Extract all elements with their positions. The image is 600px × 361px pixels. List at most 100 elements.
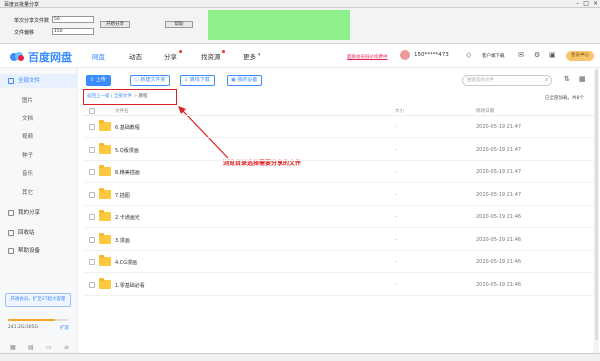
nav-find-resources[interactable]: 找资源 [201, 51, 221, 61]
client-download-link[interactable]: 客户端下载 [482, 53, 505, 59]
file-name[interactable]: 7.插图 [115, 192, 130, 199]
sidebar-item-recycle[interactable]: 回收站 [0, 226, 78, 240]
new-folder-button[interactable]: ▭ 新建文件夹 [130, 75, 171, 86]
share-count-input[interactable]: 50 [52, 16, 94, 23]
sidebar-item-images[interactable]: 图片 [0, 94, 78, 108]
sidebar-item-videos[interactable]: 视频 [0, 130, 78, 144]
column-date[interactable]: 修改日期 [476, 108, 494, 114]
app-header [0, 44, 600, 68]
status-bar [0, 353, 600, 361]
breadcrumb-all-files[interactable]: 全部文件 [114, 94, 132, 99]
row-checkbox[interactable] [89, 191, 95, 198]
column-size[interactable]: 大小 [395, 108, 404, 114]
diamond-icon[interactable]: ◇ [466, 51, 471, 59]
list-icon[interactable]: ▤ [28, 344, 34, 351]
device-icon: ▣ [231, 77, 236, 83]
my-device-label: 我的设备 [237, 77, 258, 83]
share-icon [8, 209, 14, 216]
table-row[interactable]: 4.CG漫画 - 2020-05-19 21:46 [83, 252, 595, 273]
device-icon[interactable]: ▭ [46, 344, 52, 351]
upgrade-promo-button[interactable]: 开通会员，扩至2T超大容量 [5, 293, 71, 307]
sort-icon[interactable]: ⇅ [564, 75, 570, 83]
help-button[interactable]: 帮助 [165, 21, 193, 28]
delay-input[interactable]: 150 [52, 28, 94, 35]
file-name[interactable]: 8.精美插画 [115, 169, 140, 176]
nav-activity[interactable]: 动态 [129, 51, 142, 61]
loaded-status: 已全部加载，共8个 [545, 96, 584, 101]
avatar[interactable] [400, 50, 410, 60]
select-all-checkbox[interactable] [89, 108, 95, 114]
my-device-button[interactable]: ▣ 我的设备 [227, 75, 263, 86]
nav-share[interactable]: 分享 [164, 51, 177, 61]
breadcrumb-separator: | [110, 94, 113, 99]
shirt-icon[interactable]: ▣ [549, 51, 556, 59]
breadcrumb: 返回上一级 | 全部文件 > 教程 [87, 93, 148, 99]
grid-view-icon[interactable]: ▦ [579, 75, 586, 83]
sidebar-item-all-files[interactable]: 全部文件 [0, 74, 78, 88]
row-checkbox[interactable] [89, 236, 95, 243]
close-button[interactable]: × [593, 0, 598, 7]
sidebar-item-music[interactable]: 音乐 [0, 167, 78, 181]
folder-icon [99, 165, 111, 176]
file-name[interactable]: 4.CG漫画 [115, 259, 137, 266]
table-row[interactable]: 2.卡通画光 - 2020-05-19 21:46 [83, 207, 595, 228]
grid-icon[interactable]: ▦ [10, 344, 16, 351]
row-checkbox[interactable] [89, 259, 95, 265]
column-name[interactable]: 文件名 [115, 108, 129, 114]
row-checkbox[interactable] [89, 281, 95, 288]
username[interactable]: 150*****473 [414, 52, 449, 58]
file-name[interactable]: 5.Q版漫画 [115, 147, 139, 154]
nav-more[interactable]: 更多 [243, 51, 256, 61]
mail-icon[interactable]: ✉ [518, 51, 524, 59]
expand-link[interactable]: 扩容 [60, 325, 69, 331]
sidebar-item-devices[interactable]: 帮助设备 [0, 244, 78, 258]
upload-button[interactable]: ⇧ 上传 [86, 75, 111, 86]
minimize-button[interactable]: – [576, 0, 579, 7]
nav-netdisk[interactable]: 网盘 [92, 51, 105, 61]
upgrade-link[interactable]: 超级会员低价续费中 [347, 54, 388, 60]
settings-icon[interactable]: ⚙ [534, 51, 540, 59]
chevron-down-icon[interactable]: ▾ [258, 52, 261, 58]
quota-text: 241.2G/305G [8, 325, 38, 330]
row-checkbox[interactable] [89, 146, 95, 153]
start-share-button[interactable]: 开始分享 [100, 21, 130, 28]
file-name[interactable]: 6.基础教程 [115, 124, 140, 131]
sidebar-item-my-shares[interactable]: 我的分享 [0, 206, 78, 220]
file-date: 2020-05-19 21:47 [476, 124, 522, 130]
file-name[interactable]: 3.漫画 [115, 237, 130, 244]
file-date: 2020-05-19 21:47 [476, 191, 522, 198]
cloud-logo-icon [10, 52, 24, 61]
search-input[interactable]: 搜索您的文件 [462, 75, 552, 86]
folder-icon [99, 255, 111, 266]
breadcrumb-back[interactable]: 返回上一级 [87, 94, 110, 99]
table-row[interactable]: 6.基础教程 - 2020-05-19 21:47 [83, 117, 595, 138]
nav-find-dot [222, 50, 225, 53]
table-row[interactable]: 3.漫画 - 2020-05-19 21:46 [83, 230, 595, 251]
search-icon[interactable]: ⌕ [545, 76, 548, 84]
row-checkbox[interactable] [89, 169, 95, 175]
sidebar-item-docs[interactable]: 文档 [0, 112, 78, 126]
file-name[interactable]: 2.卡通画光 [115, 214, 140, 221]
table-row[interactable]: 7.插图 - 2020-05-19 21:47 [83, 185, 595, 206]
nav-share-dot [179, 50, 182, 53]
row-checkbox[interactable] [89, 214, 95, 220]
breadcrumb-current: 教程 [138, 94, 148, 99]
maximize-button[interactable]: □ [583, 0, 589, 7]
vip-center-button[interactable]: 会员中心 [566, 51, 594, 61]
row-checkbox[interactable] [89, 124, 95, 130]
scrollbar-thumb[interactable] [595, 70, 598, 340]
folder-icon [99, 120, 111, 131]
folder-icon [99, 142, 111, 154]
menu-icon[interactable]: ≡ [64, 344, 69, 351]
sidebar-item-others[interactable]: 其它 [0, 186, 78, 200]
offline-download-button[interactable]: ⇩ 离线下载 [180, 75, 215, 86]
delay-label: 文件偏移 [14, 30, 35, 36]
file-size: - [395, 191, 397, 198]
table-row[interactable]: 5.Q版漫画 - 2020-05-19 21:47 [83, 140, 595, 161]
file-name[interactable]: 1.零基础必看 [115, 282, 145, 289]
table-row[interactable]: 8.精美插画 - 2020-05-19 21:47 [83, 162, 595, 183]
sidebar-item-torrents[interactable]: 种子 [0, 149, 78, 163]
file-date: 2020-05-19 21:46 [476, 281, 522, 288]
table-row[interactable]: 1.零基础必看 - 2020-05-19 21:46 [83, 275, 595, 296]
quota-bar-fill [8, 319, 56, 321]
